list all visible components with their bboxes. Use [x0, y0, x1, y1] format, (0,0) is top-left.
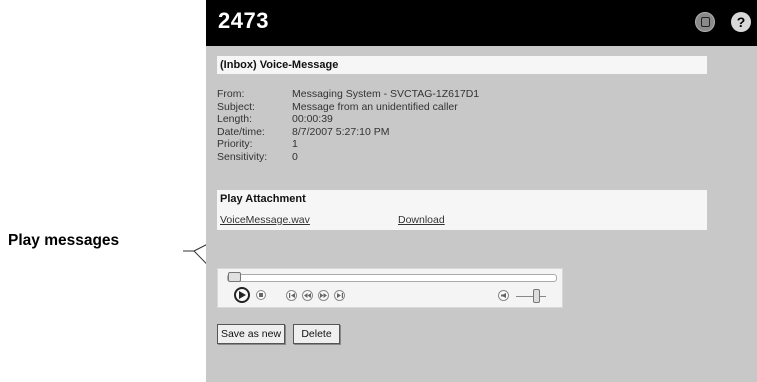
seek-thumb[interactable] [228, 272, 241, 282]
stop-icon [259, 293, 263, 297]
download-link[interactable]: Download [398, 214, 445, 226]
detail-value: Message from an unidentified caller [292, 100, 458, 113]
detail-row-datetime: Date/time: 8/7/2007 5:27:10 PM [217, 126, 479, 139]
detail-label: Date/time: [217, 125, 265, 138]
fast-forward-button[interactable] [318, 290, 329, 301]
seek-bar[interactable] [227, 274, 557, 282]
delete-button[interactable]: Delete [293, 324, 340, 344]
help-icon[interactable]: ? [731, 12, 751, 32]
play-button[interactable] [234, 287, 250, 303]
previous-button[interactable] [286, 290, 297, 301]
detail-value: 0 [292, 150, 298, 163]
detail-row-length: Length: 00:00:39 [217, 113, 479, 126]
attachment-row: VoiceMessage.wav Download [217, 208, 707, 230]
detail-row-sensitivity: Sensitivity: 0 [217, 151, 479, 164]
volume-track[interactable] [516, 296, 546, 297]
skip-back-icon [288, 293, 295, 298]
detail-row-subject: Subject: Message from an unidentified cal… [217, 101, 479, 114]
detail-value: 1 [292, 138, 298, 150]
stop-button[interactable] [256, 290, 266, 300]
rewind-icon [304, 293, 311, 298]
extension-title: 2473 [218, 8, 269, 33]
attachment-heading: Play Attachment [217, 190, 707, 208]
voicemail-window: 2473 ? (Inbox) Voice-Message From: Messag… [206, 0, 757, 382]
save-as-new-button[interactable]: Save as new [217, 324, 285, 344]
message-icon[interactable] [695, 12, 715, 32]
detail-label: From: [217, 88, 245, 100]
detail-label: Sensitivity: [217, 150, 268, 163]
mute-button[interactable] [498, 290, 509, 301]
detail-value: 8/7/2007 5:27:10 PM [292, 125, 390, 138]
message-details: From: Messaging System - SVCTAG-1Z617D1 S… [217, 88, 479, 163]
next-button[interactable] [334, 290, 345, 301]
detail-row-from: From: Messaging System - SVCTAG-1Z617D1 [217, 88, 479, 101]
fast-forward-icon [320, 293, 327, 298]
detail-label: Priority: [217, 138, 253, 150]
speaker-icon [500, 293, 506, 298]
detail-label: Subject: [217, 100, 255, 113]
detail-value: Messaging System - SVCTAG-1Z617D1 [292, 88, 480, 100]
media-player [217, 268, 563, 308]
top-bar: 2473 ? [206, 0, 757, 46]
rewind-button[interactable] [302, 290, 313, 301]
detail-value: 00:00:39 [292, 113, 333, 125]
detail-row-priority: Priority: 1 [217, 138, 479, 151]
message-heading: (Inbox) Voice-Message [217, 56, 707, 74]
volume-slider[interactable] [533, 289, 540, 303]
attachment-file-link[interactable]: VoiceMessage.wav [220, 214, 310, 226]
play-icon [239, 291, 246, 299]
detail-label: Length: [217, 113, 253, 125]
skip-forward-icon [336, 293, 343, 298]
